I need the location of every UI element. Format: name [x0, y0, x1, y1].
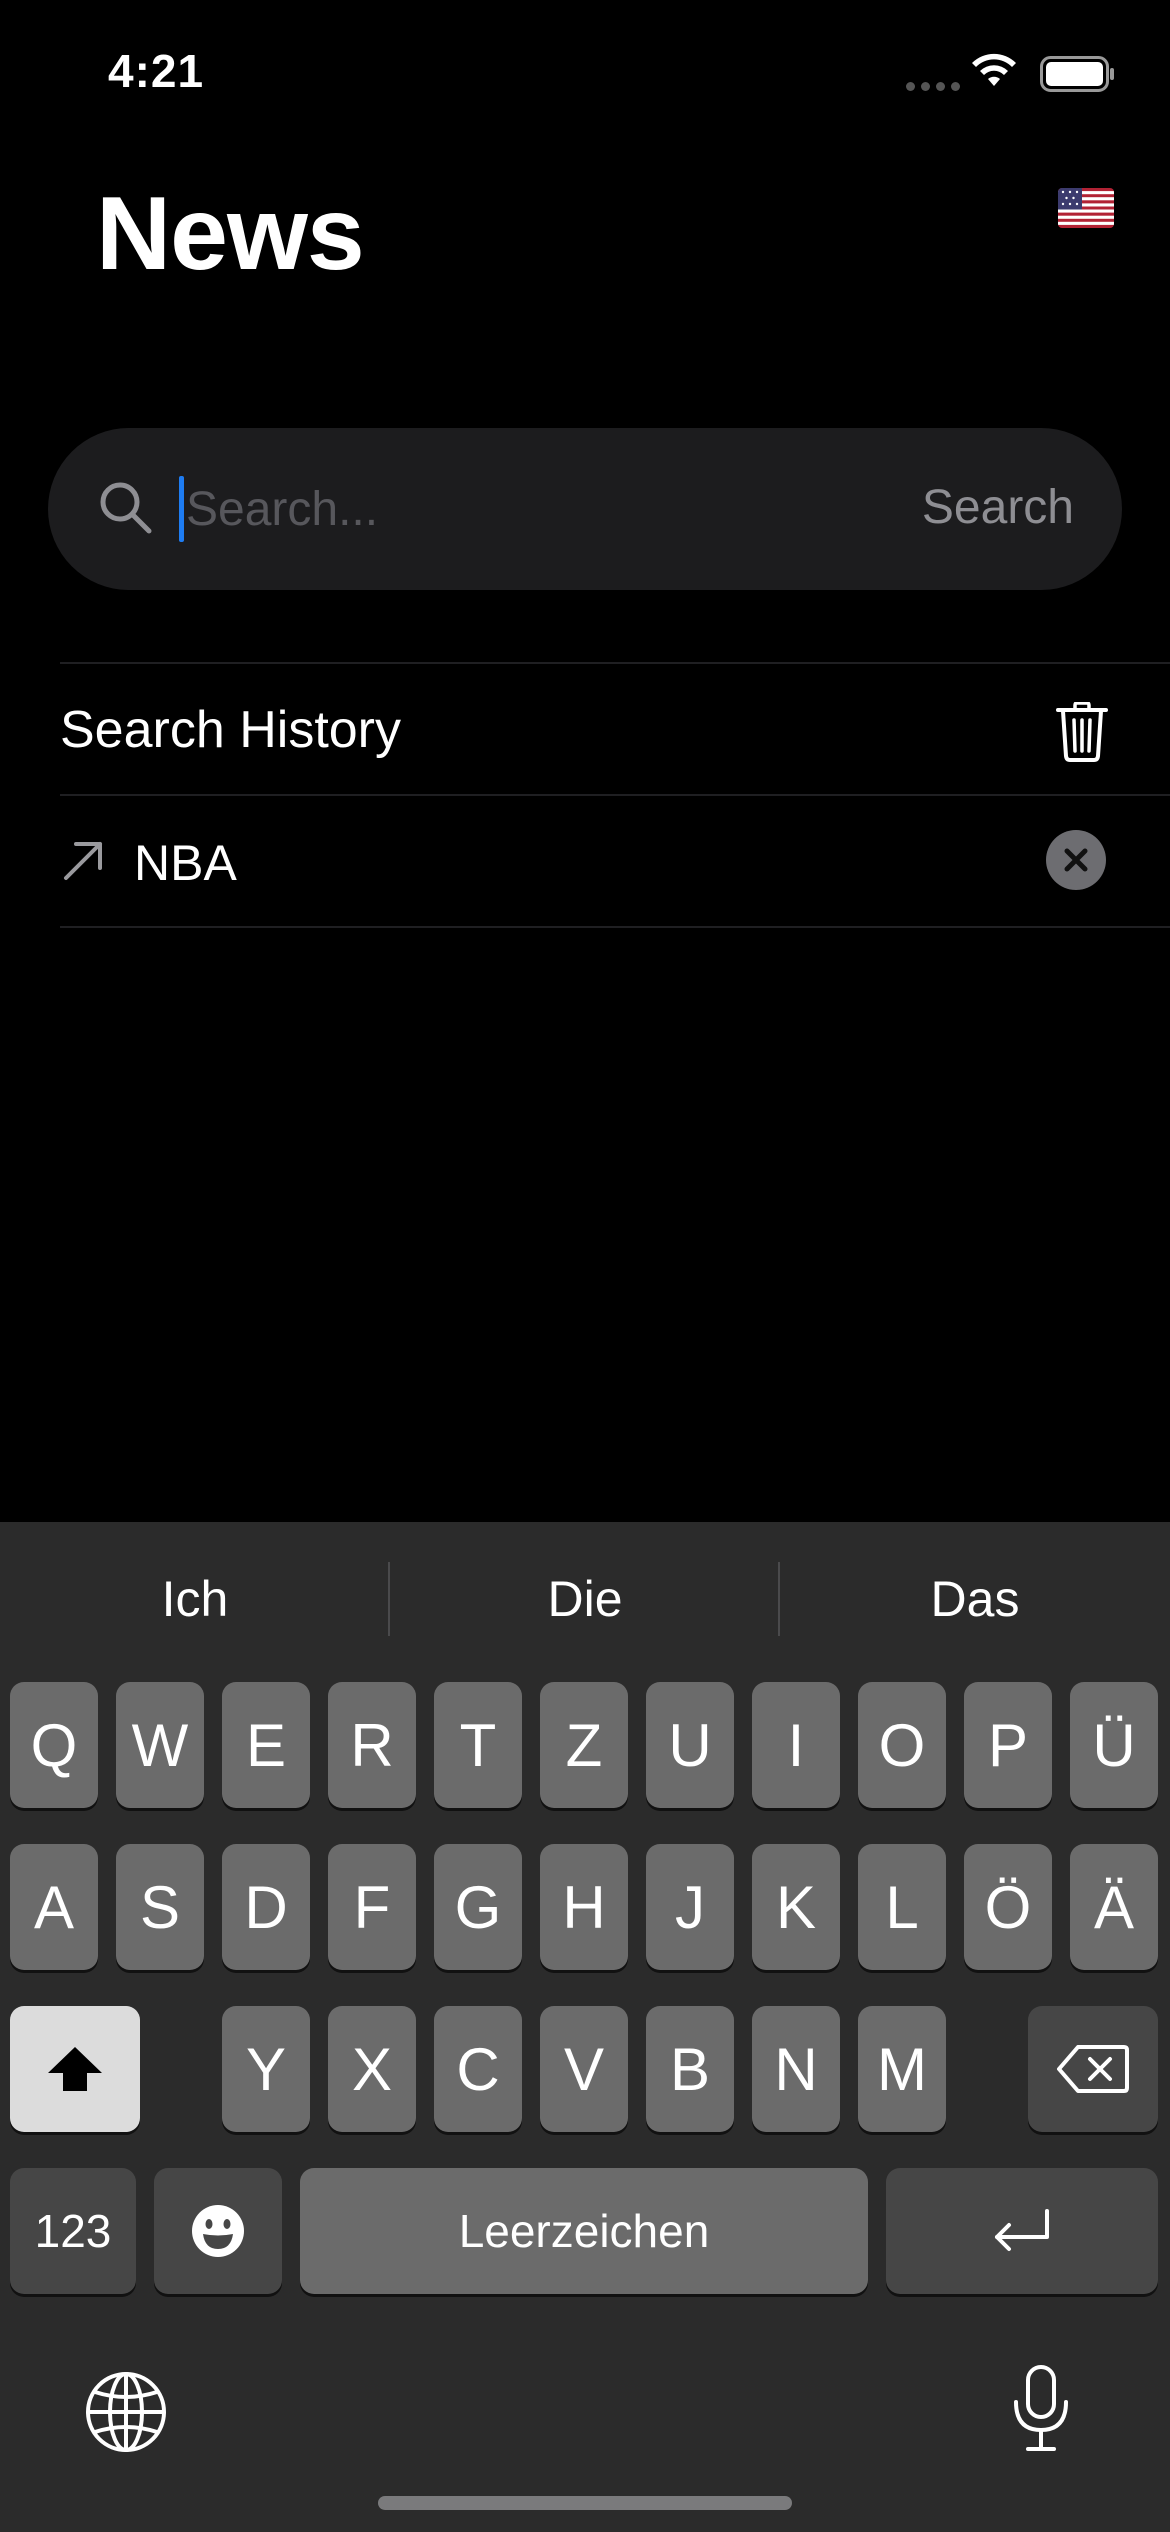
key[interactable]: O — [858, 1682, 946, 1808]
wifi-icon — [972, 53, 1016, 86]
key[interactable]: W — [116, 1682, 204, 1808]
key[interactable]: E — [222, 1682, 310, 1808]
key[interactable]: G — [434, 1844, 522, 1970]
backspace-key[interactable] — [1028, 2006, 1158, 2132]
text-caret — [179, 476, 184, 542]
key[interactable]: N — [752, 2006, 840, 2132]
arrow-up-right-icon — [64, 842, 102, 880]
key[interactable]: K — [752, 1844, 840, 1970]
status-time: 4:21 — [108, 45, 205, 97]
key[interactable]: H — [540, 1844, 628, 1970]
search-bar[interactable]: Search — [48, 428, 1122, 590]
search-history-title: Search History — [60, 701, 401, 759]
shift-icon — [48, 2047, 102, 2091]
history-item-label: NBA — [134, 835, 237, 891]
search-input[interactable] — [186, 468, 826, 550]
suggestion-item[interactable]: Das — [780, 1570, 1170, 1628]
key[interactable]: C — [434, 2006, 522, 2132]
cellular-signal-icon — [906, 82, 960, 91]
globe-icon[interactable] — [84, 2370, 168, 2454]
key[interactable]: D — [222, 1844, 310, 1970]
key[interactable]: P — [964, 1682, 1052, 1808]
key[interactable]: F — [328, 1844, 416, 1970]
key[interactable]: X — [328, 2006, 416, 2132]
key[interactable]: M — [858, 2006, 946, 2132]
microphone-icon[interactable] — [1010, 2364, 1072, 2454]
key[interactable]: J — [646, 1844, 734, 1970]
shift-key[interactable] — [10, 2006, 140, 2132]
keyboard: Ich Die Das Q W E R T Z U I O P Ü A S D … — [0, 1522, 1170, 2532]
key[interactable]: A — [10, 1844, 98, 1970]
backspace-icon — [1057, 2045, 1129, 2093]
emoji-icon — [192, 2205, 244, 2257]
search-button[interactable]: Search — [922, 480, 1074, 535]
search-history-header: Search History — [60, 664, 1110, 794]
key[interactable]: T — [434, 1682, 522, 1808]
trash-icon[interactable] — [1056, 702, 1108, 762]
key[interactable]: I — [752, 1682, 840, 1808]
numbers-key[interactable]: 123 — [10, 2168, 136, 2294]
key[interactable]: Ü — [1070, 1682, 1158, 1808]
key[interactable]: Y — [222, 2006, 310, 2132]
divider — [60, 926, 1170, 928]
news-screen: 4:21 News Search Search Hi — [0, 0, 1170, 2532]
space-key[interactable]: Leerzeichen — [300, 2168, 868, 2294]
key[interactable]: L — [858, 1844, 946, 1970]
suggestion-item[interactable]: Die — [390, 1570, 780, 1628]
key[interactable]: B — [646, 2006, 734, 2132]
home-indicator — [378, 2496, 792, 2510]
page-title: News — [96, 176, 365, 292]
return-icon — [995, 2209, 1049, 2251]
suggestion-bar: Ich Die Das — [0, 1522, 1170, 1678]
return-key[interactable] — [886, 2168, 1158, 2294]
search-icon — [100, 482, 152, 534]
key[interactable]: Z — [540, 1682, 628, 1808]
battery-icon — [1040, 56, 1114, 92]
key[interactable]: Ö — [964, 1844, 1052, 1970]
key[interactable]: Q — [10, 1682, 98, 1808]
suggestion-item[interactable]: Ich — [0, 1570, 390, 1628]
key[interactable]: R — [328, 1682, 416, 1808]
history-item[interactable]: NBA — [60, 796, 1110, 926]
remove-circle-icon[interactable] — [1045, 829, 1107, 891]
key[interactable]: U — [646, 1682, 734, 1808]
key[interactable]: Ä — [1070, 1844, 1158, 1970]
us-flag-icon[interactable] — [1058, 188, 1114, 228]
emoji-key[interactable] — [154, 2168, 282, 2294]
key[interactable]: V — [540, 2006, 628, 2132]
key[interactable]: S — [116, 1844, 204, 1970]
